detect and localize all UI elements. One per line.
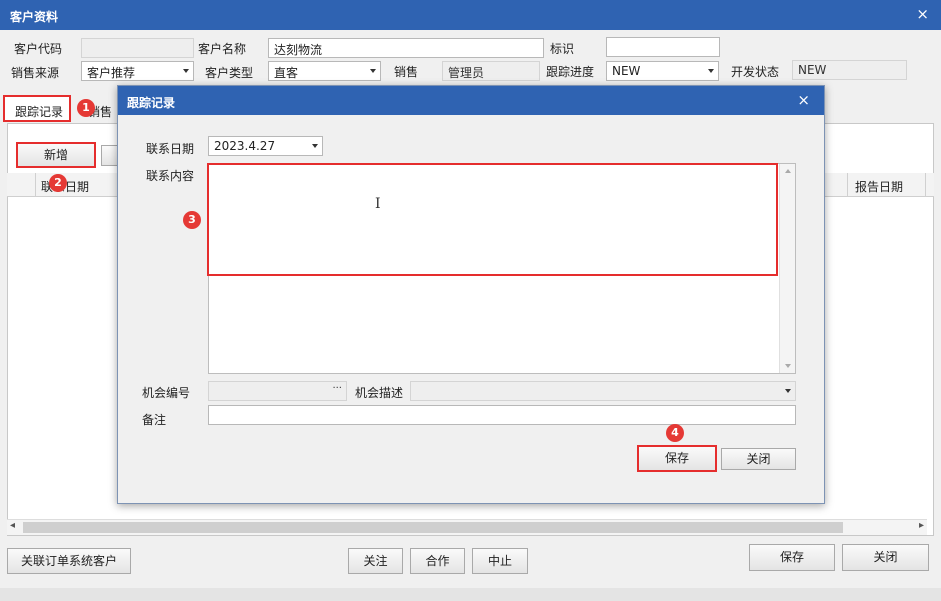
chevron-down-icon bbox=[183, 69, 189, 73]
customer-name-field[interactable]: 达刻物流 bbox=[268, 38, 544, 58]
stop-button[interactable]: 中止 bbox=[472, 548, 528, 574]
tracking-progress-label: 跟踪进度 bbox=[546, 65, 595, 79]
window-title: 客户资料 bbox=[10, 10, 59, 24]
content-highlight bbox=[207, 163, 778, 276]
customer-code-label: 客户代码 bbox=[14, 42, 63, 56]
contact-date-label: 联系日期 bbox=[146, 142, 195, 156]
sales-field: 管理员 bbox=[442, 61, 540, 81]
tab-tracking-records-label: 跟踪记录 bbox=[15, 105, 64, 119]
contact-content-label: 联系内容 bbox=[146, 169, 195, 183]
opportunity-number-label: 机会编号 bbox=[142, 386, 191, 400]
step-badge-2: 2 bbox=[49, 174, 67, 192]
link-order-system-button[interactable]: 关联订单系统客户 bbox=[7, 548, 131, 574]
chevron-down-icon bbox=[312, 144, 318, 148]
chevron-down-icon bbox=[708, 69, 714, 73]
step-badge-1: 1 bbox=[77, 99, 95, 117]
main-close-button[interactable]: 关闭 bbox=[842, 544, 929, 571]
main-save-button[interactable]: 保存 bbox=[749, 544, 835, 571]
dialog-save-button[interactable]: 保存 bbox=[637, 445, 717, 472]
mark-field[interactable] bbox=[606, 37, 720, 57]
chevron-down-icon bbox=[785, 389, 791, 393]
opportunity-desc-label: 机会描述 bbox=[355, 386, 404, 400]
add-button[interactable]: 新增 bbox=[16, 142, 96, 168]
customer-type-dropdown[interactable]: 直客 bbox=[268, 61, 381, 81]
customer-type-label: 客户类型 bbox=[205, 66, 254, 80]
tracking-record-dialog: 跟踪记录 × 联系日期 2023.4.27 联系内容 I 3 机会编号 ··· … bbox=[117, 85, 825, 504]
mark-label: 标识 bbox=[550, 42, 575, 56]
grid-col-report-date: 报告日期 bbox=[855, 180, 904, 194]
step-badge-3: 3 bbox=[183, 211, 201, 229]
scroll-down-icon[interactable] bbox=[785, 364, 791, 368]
customer-name-label: 客户名称 bbox=[198, 42, 247, 56]
cooperate-button[interactable]: 合作 bbox=[410, 548, 465, 574]
dev-status-field: NEW bbox=[792, 60, 907, 80]
window-close-icon[interactable]: × bbox=[916, 6, 929, 22]
scroll-thumb[interactable] bbox=[23, 522, 843, 533]
follow-button[interactable]: 关注 bbox=[348, 548, 403, 574]
contact-date-picker[interactable]: 2023.4.27 bbox=[208, 136, 323, 156]
customer-type-value: 直客 bbox=[274, 66, 299, 80]
sales-source-value: 客户推荐 bbox=[87, 66, 136, 80]
dialog-title: 跟踪记录 bbox=[127, 96, 176, 110]
dialog-titlebar: 跟踪记录 × bbox=[118, 86, 824, 115]
sales-source-label: 销售来源 bbox=[11, 66, 60, 80]
chevron-down-icon bbox=[370, 69, 376, 73]
step-badge-4: 4 bbox=[666, 424, 684, 442]
scroll-up-icon[interactable] bbox=[785, 169, 791, 173]
window-titlebar: 客户资料 × bbox=[0, 0, 941, 30]
content-vertical-scrollbar[interactable] bbox=[779, 164, 795, 373]
remark-label: 备注 bbox=[142, 413, 167, 427]
remark-field[interactable] bbox=[208, 405, 796, 425]
dialog-close-icon[interactable]: × bbox=[797, 91, 810, 109]
dialog-close-button[interactable]: 关闭 bbox=[721, 448, 796, 470]
scroll-left-icon[interactable]: ◂ bbox=[10, 520, 15, 531]
opportunity-desc-dropdown[interactable] bbox=[410, 381, 796, 401]
sales-source-dropdown[interactable]: 客户推荐 bbox=[81, 61, 194, 81]
status-bar bbox=[0, 588, 941, 601]
opportunity-number-field[interactable]: ··· bbox=[208, 381, 347, 401]
customer-code-field[interactable] bbox=[81, 38, 194, 58]
tracking-progress-value: NEW bbox=[612, 64, 641, 78]
sales-label: 销售 bbox=[394, 65, 419, 79]
tab-tracking-records[interactable]: 跟踪记录 bbox=[3, 95, 71, 122]
scroll-right-icon[interactable]: ▸ bbox=[919, 520, 924, 531]
horizontal-scrollbar[interactable]: ◂ ▸ bbox=[7, 519, 927, 535]
dev-status-label: 开发状态 bbox=[731, 65, 780, 79]
ellipsis-icon[interactable]: ··· bbox=[332, 383, 342, 394]
tracking-progress-dropdown[interactable]: NEW bbox=[606, 61, 719, 81]
contact-date-value: 2023.4.27 bbox=[214, 139, 276, 153]
